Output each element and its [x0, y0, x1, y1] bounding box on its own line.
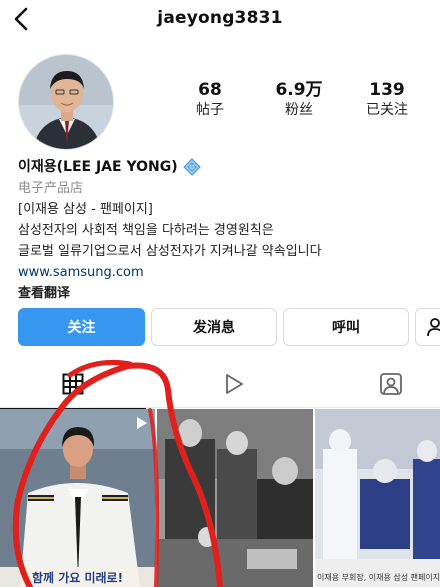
- profile-website-link[interactable]: www.samsung.com: [18, 262, 438, 283]
- verified-badge-icon: [182, 158, 201, 176]
- following-label: 已关注: [366, 102, 408, 118]
- posts-label: 帖子: [196, 102, 224, 118]
- post-thumbnail[interactable]: 함께 가요 미래로!: [0, 409, 155, 587]
- tab-reels[interactable]: [160, 360, 306, 408]
- posts-grid: 함께 가요 미래로! 이재용 부회장, 이재용 삼성 팬페이지: [0, 409, 440, 587]
- post-caption-overlay: 이재용 부회장, 이재용 삼성 팬페이지: [317, 573, 440, 582]
- call-button[interactable]: 呼叫: [283, 308, 409, 346]
- post-pilot-image: [0, 409, 155, 587]
- suggest-users-button[interactable]: [415, 308, 440, 346]
- profile-stats: 68 帖子 6.9万 粉丝 139 已关注: [180, 80, 430, 126]
- profile-category: 电子产品店: [18, 181, 84, 196]
- tagged-icon: [380, 373, 402, 395]
- following-stat[interactable]: 139 已关注: [347, 80, 427, 120]
- profile-display-name-row: 이재용(LEE JAE YONG): [18, 156, 438, 178]
- reel-badge-icon: [133, 415, 149, 435]
- bio-line-2: 삼성전자의 사회적 책임을 다하려는 경영원칙은: [18, 223, 274, 238]
- post-historic-photo-image: [157, 409, 313, 587]
- profile-avatar[interactable]: [18, 54, 114, 150]
- posts-stat[interactable]: 68 帖子: [170, 80, 250, 120]
- tab-posts-grid[interactable]: [0, 360, 146, 409]
- post-thumbnail[interactable]: 이재용 부회장, 이재용 삼성 팬페이지: [315, 409, 440, 587]
- see-translation-button[interactable]: 查看翻译: [18, 283, 438, 304]
- reels-icon: [226, 374, 243, 394]
- posts-count: 68: [198, 80, 222, 100]
- add-user-icon: [427, 318, 440, 337]
- profile-tabs: [0, 360, 440, 409]
- followers-count: 6.9万: [275, 80, 323, 100]
- message-button[interactable]: 发消息: [151, 308, 277, 346]
- post-factory-image: [315, 409, 440, 587]
- followers-stat[interactable]: 6.9万 粉丝: [259, 80, 339, 120]
- bio-line-3: 글로벌 일류기업으로서 삼성전자가 지켜나갈 약속입니다: [18, 244, 322, 259]
- followers-label: 粉丝: [285, 102, 313, 118]
- profile-username: jaeyong3831: [157, 8, 283, 28]
- post-caption-overlay: 함께 가요 미래로!: [31, 571, 124, 585]
- grid-icon: [62, 373, 84, 395]
- following-count: 139: [369, 80, 405, 100]
- profile-display-name: 이재용(LEE JAE YONG): [18, 159, 178, 175]
- follow-button[interactable]: 关注: [18, 308, 145, 346]
- bio-line-1: [이재용 삼성 - 팬페이지]: [18, 202, 153, 217]
- post-thumbnail[interactable]: [157, 409, 313, 587]
- profile-header: jaeyong3831: [0, 0, 440, 40]
- profile-bio: 이재용(LEE JAE YONG) 电子产品店 [이재용 삼성 - 팬페이지] …: [18, 156, 438, 304]
- tab-tagged[interactable]: [318, 360, 440, 408]
- avatar-portrait-image: [19, 55, 113, 149]
